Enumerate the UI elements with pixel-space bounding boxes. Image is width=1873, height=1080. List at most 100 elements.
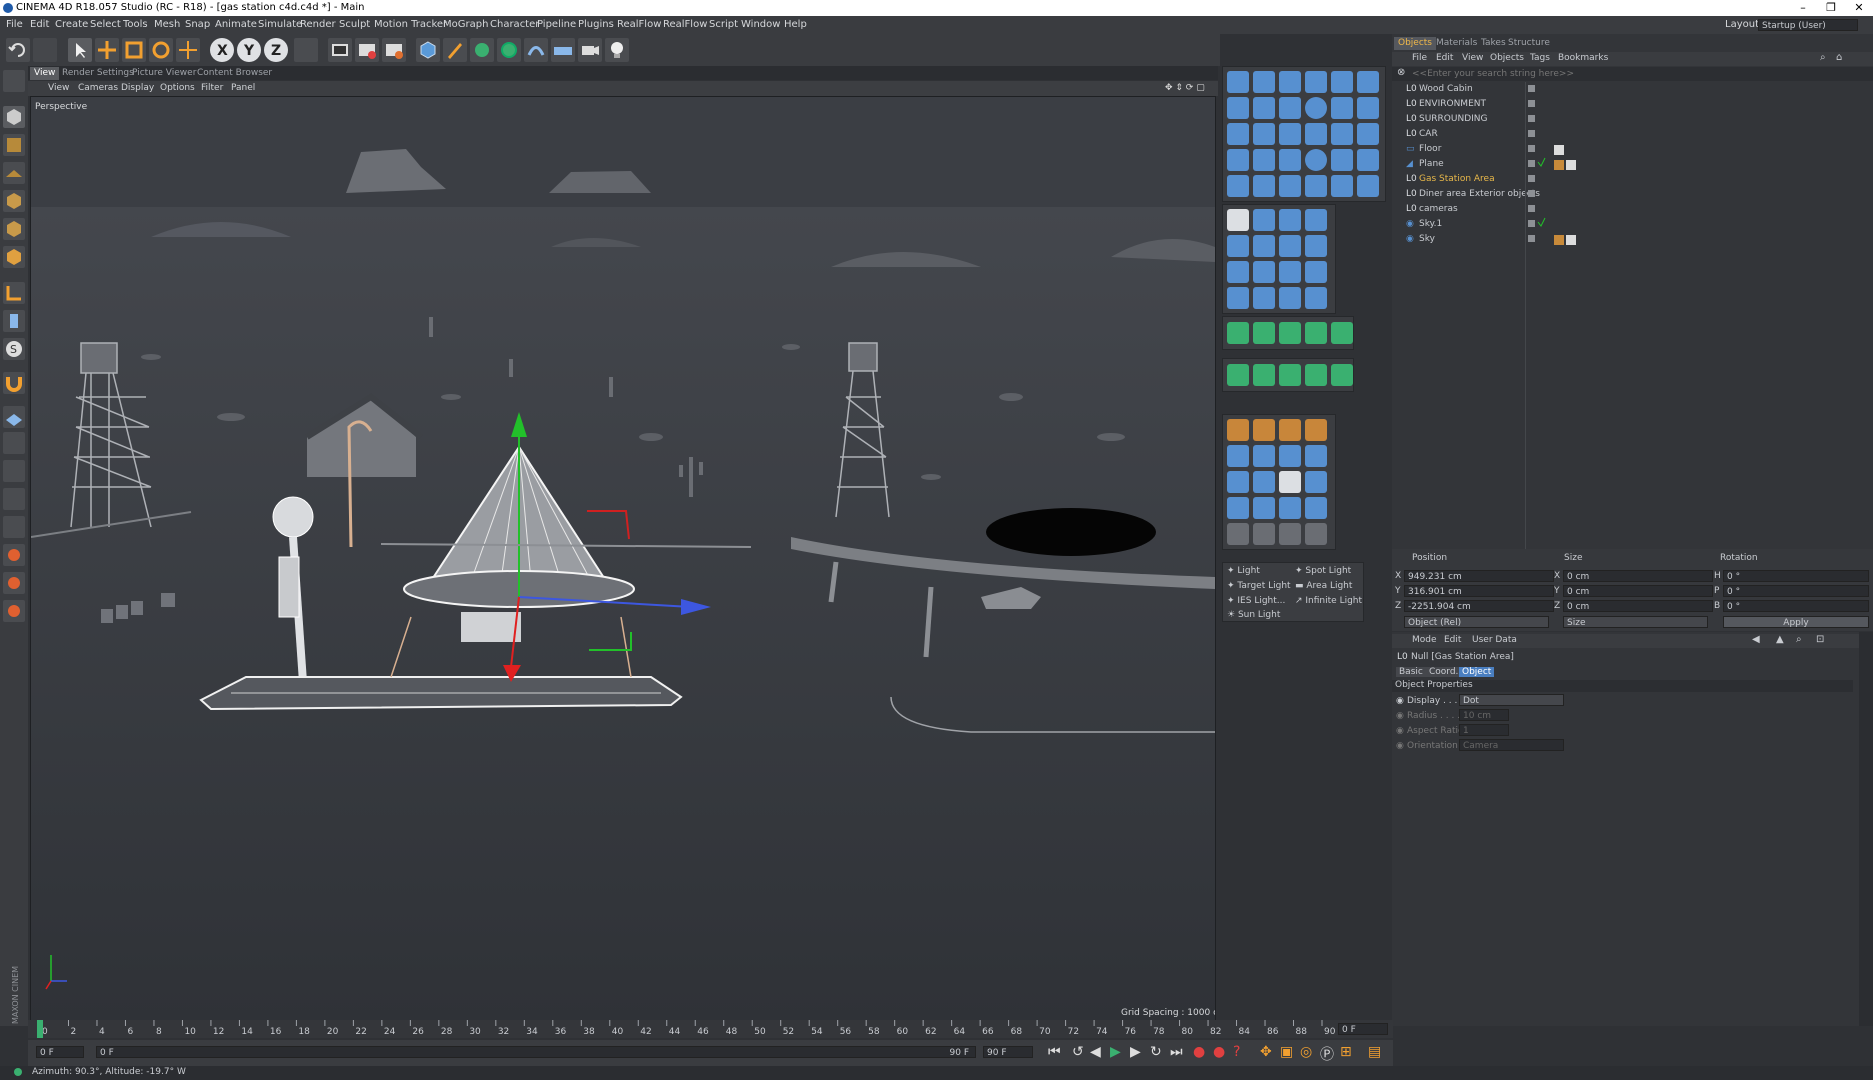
timeline-window-icon[interactable]: ▤ bbox=[1368, 1044, 1381, 1060]
start-frame-field[interactable]: 0 F bbox=[36, 1046, 84, 1058]
lathe-generator-icon[interactable] bbox=[1279, 322, 1301, 344]
object-row-sky[interactable]: ◉ Sky bbox=[1392, 232, 1873, 246]
camera-icon[interactable] bbox=[578, 38, 602, 62]
oil-tank-primitive-icon[interactable] bbox=[1305, 97, 1327, 119]
cissoid-spline-icon[interactable] bbox=[1227, 497, 1249, 519]
deformer-icon[interactable] bbox=[524, 38, 548, 62]
redo-icon[interactable] bbox=[33, 38, 57, 62]
object-row-wood-cabin[interactable]: L0 Wood Cabin bbox=[1392, 82, 1873, 96]
object-row-diner-area[interactable]: L0 Diner area Exterior objects bbox=[1392, 187, 1873, 201]
coordinate-mode-select[interactable]: Object (Rel) bbox=[1404, 616, 1549, 628]
atom-array-primitive-icon[interactable] bbox=[1357, 149, 1379, 171]
position-x-field[interactable]: 949.231 cm bbox=[1404, 570, 1554, 582]
figure-primitive-icon[interactable] bbox=[1253, 123, 1275, 145]
point-level-key-icon[interactable]: ⊞ bbox=[1340, 1044, 1352, 1060]
menu-create[interactable]: Create bbox=[55, 16, 88, 34]
plane-primitive-icon[interactable] bbox=[1331, 71, 1353, 93]
menu-simulate[interactable]: Simulate bbox=[258, 16, 302, 34]
loft-generator-icon[interactable] bbox=[1305, 322, 1327, 344]
sweep-primitive-icon[interactable] bbox=[1279, 149, 1301, 171]
snap-icon[interactable]: S bbox=[3, 338, 25, 360]
menu-edit[interactable]: Edit bbox=[30, 16, 49, 34]
infinite-light-item[interactable]: ↗ Infinite Light bbox=[1295, 596, 1362, 606]
relief-primitive-icon[interactable] bbox=[1305, 123, 1327, 145]
object-row-gas-station-area[interactable]: L0 Gas Station Area bbox=[1392, 172, 1873, 186]
metaball-generator-icon[interactable] bbox=[1331, 364, 1353, 386]
connect-primitive-icon[interactable] bbox=[1279, 175, 1301, 197]
pen-spline-icon[interactable] bbox=[1227, 419, 1249, 441]
axis-x-button[interactable]: X bbox=[210, 38, 234, 62]
record-icon[interactable] bbox=[3, 544, 25, 566]
flower-spline-icon[interactable] bbox=[1305, 497, 1327, 519]
attr-tab-object[interactable]: Object bbox=[1459, 667, 1495, 677]
atom-array-generator-icon[interactable] bbox=[1253, 364, 1275, 386]
tube-object-icon[interactable] bbox=[1227, 287, 1249, 309]
om-search-icon[interactable]: ⌕ bbox=[1820, 52, 1826, 63]
target-light-item[interactable]: ✦ Target Light bbox=[1227, 581, 1291, 591]
sketch-spline-icon[interactable] bbox=[1253, 419, 1275, 441]
tab-materials[interactable]: Materials bbox=[1432, 37, 1481, 50]
render-region-icon[interactable] bbox=[3, 488, 25, 510]
instance-primitive-icon[interactable] bbox=[1253, 175, 1275, 197]
om-menu-bookmarks[interactable]: Bookmarks bbox=[1558, 53, 1608, 63]
attr-menu-user-data[interactable]: User Data bbox=[1472, 635, 1517, 645]
figure-object-icon[interactable] bbox=[1305, 261, 1327, 283]
layout-select[interactable]: Startup (User) bbox=[1758, 19, 1858, 31]
menu-character[interactable]: Character bbox=[490, 16, 539, 34]
pen-icon[interactable] bbox=[443, 38, 467, 62]
bezier-primitive-icon[interactable] bbox=[1331, 123, 1353, 145]
om-menu-objects[interactable]: Objects bbox=[1490, 53, 1524, 63]
locked-workplane-icon[interactable] bbox=[3, 432, 25, 454]
cogwheel-spline-icon[interactable] bbox=[1279, 523, 1301, 545]
restore-icon[interactable]: ❐ bbox=[1818, 0, 1844, 16]
frame-range-slider[interactable]: 0 F 90 F bbox=[96, 1046, 976, 1058]
display-select[interactable]: Dot bbox=[1459, 694, 1564, 706]
autokeying-icon[interactable]: ● bbox=[1213, 1044, 1225, 1060]
axis-z-button[interactable]: Z bbox=[264, 38, 288, 62]
sweep-generator-icon[interactable] bbox=[1331, 322, 1353, 344]
close-icon[interactable]: ✕ bbox=[1846, 0, 1872, 16]
points-mode-icon[interactable] bbox=[3, 190, 25, 212]
boole-generator-icon[interactable] bbox=[1279, 364, 1301, 386]
timeline-ruler[interactable]: 0 2 4 6 8 10 12 14 16 18 20 22 24 26 28 30 32 34 36 38 40 42 4… bbox=[28, 1020, 1393, 1038]
foreground-object-icon[interactable] bbox=[1253, 235, 1275, 257]
menu-select[interactable]: Select bbox=[90, 16, 121, 34]
environment-object-icon[interactable] bbox=[1305, 209, 1327, 231]
position-y-field[interactable]: 316.901 cm bbox=[1404, 585, 1554, 597]
menu-plugins[interactable]: Plugins bbox=[578, 16, 614, 34]
goto-next-key-icon[interactable]: ↻ bbox=[1150, 1044, 1162, 1060]
smooth-spline-icon[interactable] bbox=[1279, 419, 1301, 441]
boole-primitive-icon[interactable] bbox=[1227, 175, 1249, 197]
subdivision-icon[interactable] bbox=[470, 38, 494, 62]
loft-primitive-icon[interactable] bbox=[1253, 149, 1275, 171]
search-icon[interactable]: ⌕ bbox=[1796, 634, 1802, 645]
render-picture-viewer-icon[interactable] bbox=[355, 38, 379, 62]
end-frame-field[interactable]: 90 F bbox=[983, 1046, 1033, 1058]
goto-start-icon[interactable]: ⏮ bbox=[1048, 1044, 1061, 1060]
attr-menu-edit[interactable]: Edit bbox=[1444, 635, 1461, 645]
menu-snap[interactable]: Snap bbox=[185, 16, 210, 34]
instance-generator-icon[interactable] bbox=[1305, 364, 1327, 386]
menu-file[interactable]: File bbox=[6, 16, 23, 34]
attr-menu-mode[interactable]: Mode bbox=[1412, 635, 1437, 645]
ies-light-item[interactable]: ✦ IES Light... bbox=[1227, 596, 1285, 606]
axis-y-button[interactable]: Y bbox=[237, 38, 261, 62]
attributes-side-tabs[interactable] bbox=[1859, 632, 1873, 1026]
viewport-menu-panel[interactable]: Panel bbox=[231, 81, 255, 96]
display-radio-icon[interactable]: ◉ bbox=[1396, 696, 1404, 706]
extrude-primitive-icon[interactable] bbox=[1357, 123, 1379, 145]
area-light-item[interactable]: ▬ Area Light bbox=[1295, 581, 1352, 591]
axis-mode-icon[interactable] bbox=[3, 282, 25, 304]
menu-render[interactable]: Render bbox=[300, 16, 336, 34]
polygon-reduction-icon[interactable] bbox=[1331, 175, 1353, 197]
next-frame-icon[interactable]: ▶ bbox=[1130, 1044, 1141, 1060]
menu-pipeline[interactable]: Pipeline bbox=[537, 16, 576, 34]
arc-spline-tool-icon[interactable] bbox=[1305, 419, 1327, 441]
tab-picture-viewer[interactable]: Picture Viewer bbox=[128, 67, 200, 80]
model-mode-icon[interactable] bbox=[3, 106, 25, 128]
symmetry-primitive-icon[interactable] bbox=[1331, 149, 1353, 171]
cycloid-spline-icon[interactable] bbox=[1253, 497, 1275, 519]
scale-tool-icon[interactable] bbox=[122, 38, 146, 62]
undo-icon[interactable] bbox=[6, 38, 30, 62]
volume-builder-icon[interactable] bbox=[1357, 175, 1379, 197]
